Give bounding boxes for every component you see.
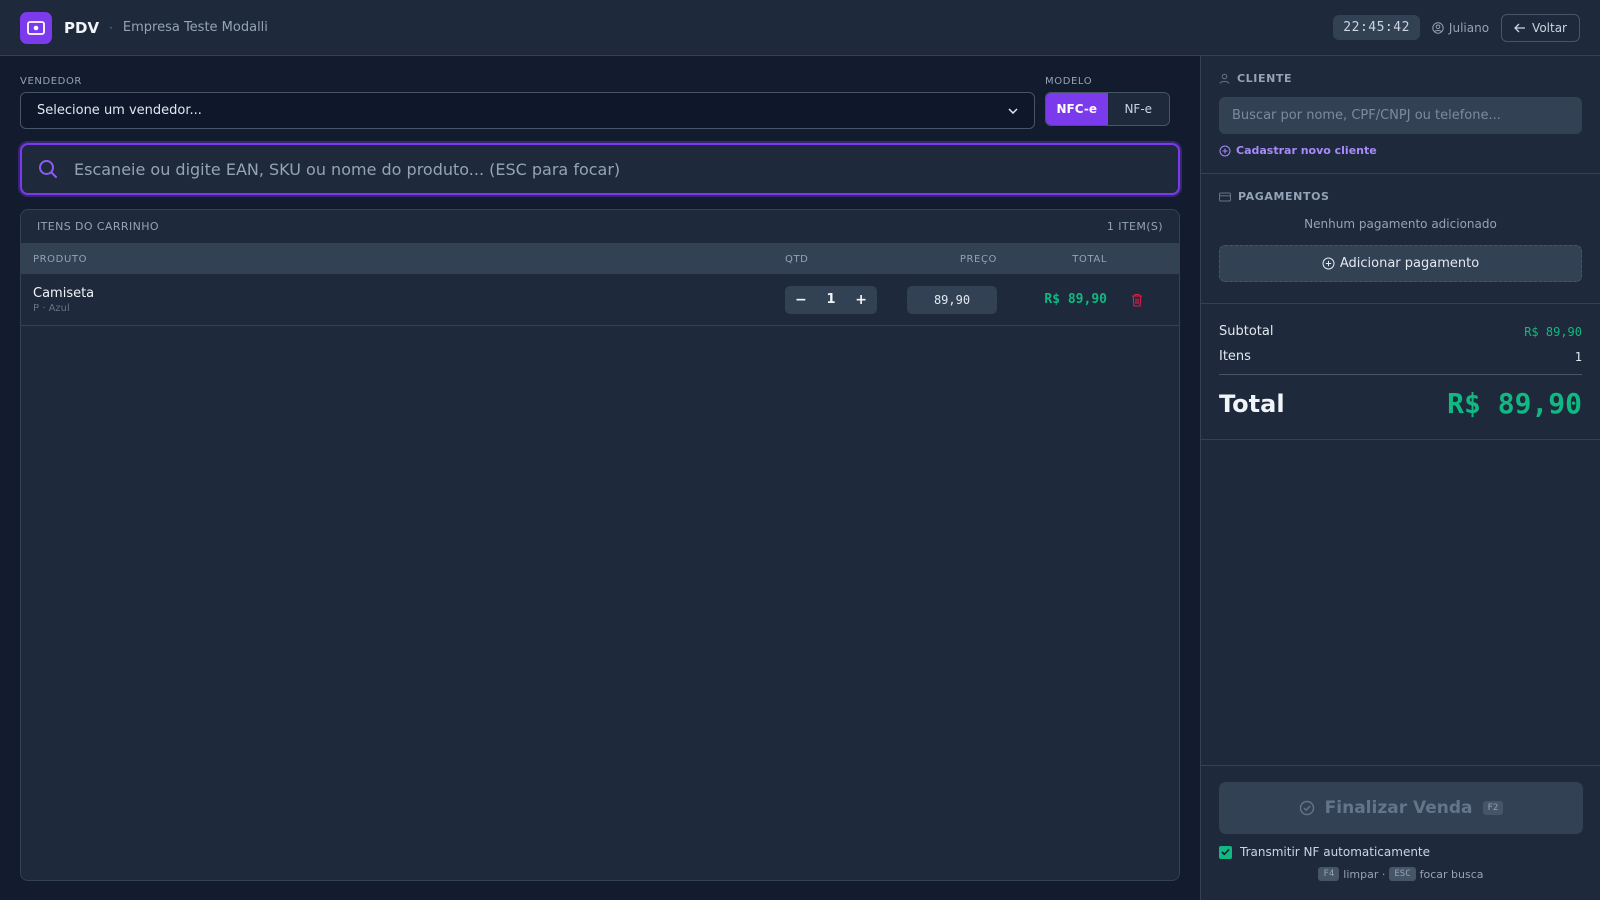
vendor-label: VENDEDOR bbox=[20, 76, 82, 87]
company-name: Empresa Teste Modalli bbox=[122, 20, 268, 35]
cart-title: ITENS DO CARRINHO bbox=[37, 220, 159, 233]
payments-title: PAGAMENTOS bbox=[1238, 190, 1330, 203]
add-payment-label: Adicionar pagamento bbox=[1339, 256, 1480, 271]
keyboard-shortcuts: F4 limpar · ESC focar busca bbox=[1219, 867, 1583, 881]
quantity-stepper: − 1 + bbox=[785, 285, 877, 314]
client-placeholder: Buscar por nome, CPF/CNPJ ou telefone... bbox=[1232, 108, 1501, 123]
col-product: PRODUTO bbox=[33, 253, 88, 265]
add-payment-button[interactable]: Adicionar pagamento bbox=[1219, 245, 1582, 282]
qty-value: 1 bbox=[826, 292, 836, 307]
client-search-input[interactable]: Buscar por nome, CPF/CNPJ ou telefone... bbox=[1219, 97, 1582, 134]
arrow-left-icon bbox=[1514, 23, 1526, 32]
col-total: TOTAL bbox=[1072, 253, 1107, 265]
vendor-selected: Selecione um vendedor... bbox=[37, 103, 202, 118]
finalize-shortcut: F2 bbox=[1482, 801, 1504, 815]
top-bar: PDV · Empresa Teste Modalli 22:45:42 Jul… bbox=[0, 0, 1600, 56]
table-row: Camiseta P · Azul − 1 + 89,90 R$ 89,90 bbox=[21, 274, 1179, 326]
col-price: PREÇO bbox=[959, 253, 997, 265]
shortcut-esc-key: ESC bbox=[1389, 867, 1416, 881]
side-panel: CLIENTE Buscar por nome, CPF/CNPJ ou tel… bbox=[1200, 56, 1600, 900]
credit-card-icon bbox=[1219, 192, 1231, 201]
back-button[interactable]: Voltar bbox=[1501, 13, 1580, 42]
current-user: Juliano bbox=[1432, 21, 1489, 35]
user-icon bbox=[1219, 73, 1230, 84]
product-variant: P · Azul bbox=[33, 302, 70, 314]
app-title: PDV bbox=[64, 18, 100, 37]
clock: 22:45:42 bbox=[1333, 15, 1420, 40]
main-area: VENDEDOR Selecione um vendedor... MODELO… bbox=[0, 56, 1200, 900]
search-icon bbox=[39, 160, 57, 178]
check-circle-icon bbox=[1299, 800, 1314, 816]
price-input[interactable]: 89,90 bbox=[907, 285, 997, 314]
check-icon bbox=[1221, 848, 1230, 856]
shortcut-esc-text: focar busca bbox=[1419, 867, 1484, 881]
new-client-label: Cadastrar novo cliente bbox=[1236, 144, 1377, 157]
finalize-label: Finalizar Venda bbox=[1324, 798, 1473, 818]
shortcut-f4-key: F4 bbox=[1318, 867, 1340, 881]
items-value: 1 bbox=[1574, 349, 1582, 364]
checkout-footer: Finalizar Venda F2 Transmitir NF automat… bbox=[1201, 765, 1600, 900]
modelo-toggle: NFC-e NF-e bbox=[1045, 92, 1170, 126]
items-label: Itens bbox=[1219, 349, 1251, 364]
cart-count: 1 ITEM(S) bbox=[1106, 220, 1163, 233]
modelo-nfce-button[interactable]: NFC-e bbox=[1046, 93, 1108, 125]
no-payments-text: Nenhum pagamento adicionado bbox=[1304, 217, 1497, 231]
modelo-label: MODELO bbox=[1045, 76, 1093, 87]
user-circle-icon bbox=[1432, 21, 1444, 34]
cart-panel: ITENS DO CARRINHO 1 ITEM(S) PRODUTO QTD … bbox=[20, 209, 1180, 881]
chevron-down-icon bbox=[1008, 107, 1018, 114]
client-title: CLIENTE bbox=[1237, 72, 1293, 85]
cart-columns: PRODUTO QTD PREÇO TOTAL bbox=[21, 244, 1179, 274]
total-label: Total bbox=[1219, 389, 1285, 418]
modelo-nfe-button[interactable]: NF-e bbox=[1107, 93, 1169, 125]
new-client-link[interactable]: Cadastrar novo cliente bbox=[1219, 144, 1582, 157]
auto-nf-option[interactable]: Transmitir NF automaticamente bbox=[1219, 845, 1583, 859]
back-label: Voltar bbox=[1532, 20, 1567, 35]
finalize-sale-button[interactable]: Finalizar Venda F2 bbox=[1219, 782, 1583, 834]
product-search-input[interactable]: Escaneie ou digite EAN, SKU ou nome do p… bbox=[20, 143, 1180, 195]
user-name: Juliano bbox=[1448, 20, 1490, 35]
pos-logo-icon bbox=[20, 11, 52, 44]
product-name: Camiseta bbox=[33, 285, 95, 301]
subtotal-label: Subtotal bbox=[1219, 324, 1274, 339]
plus-circle-icon bbox=[1322, 257, 1335, 270]
col-qty: QTD bbox=[785, 253, 809, 265]
shortcut-f4-text: limpar · bbox=[1343, 867, 1386, 881]
increase-qty-button[interactable]: + bbox=[855, 292, 867, 308]
search-placeholder: Escaneie ou digite EAN, SKU ou nome do p… bbox=[74, 159, 621, 179]
plus-circle-icon bbox=[1219, 145, 1231, 156]
title-separator: · bbox=[109, 20, 113, 35]
subtotal-value: R$ 89,90 bbox=[1524, 324, 1582, 339]
total-value: R$ 89,90 bbox=[1447, 387, 1582, 420]
row-total: R$ 89,90 bbox=[1044, 292, 1107, 307]
vendor-select[interactable]: Selecione um vendedor... bbox=[20, 92, 1035, 129]
auto-nf-label: Transmitir NF automaticamente bbox=[1240, 845, 1431, 859]
auto-nf-checkbox[interactable] bbox=[1219, 845, 1232, 859]
trash-icon[interactable] bbox=[1131, 293, 1143, 307]
decrease-qty-button[interactable]: − bbox=[795, 292, 807, 308]
